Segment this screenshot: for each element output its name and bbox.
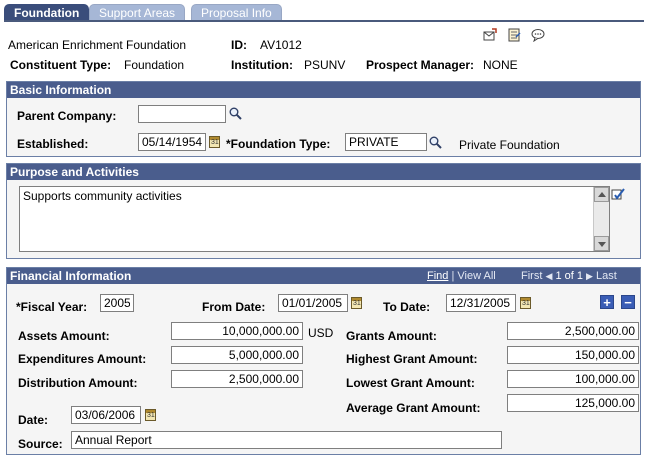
constituent-type-label: Constituent Type: [10,58,112,72]
purpose-scrollbar[interactable] [593,187,609,251]
last-icon[interactable]: ▶ [586,271,593,281]
foundation-type-description: Private Foundation [459,138,560,152]
org-name: American Enrichment Foundation [8,38,187,52]
delete-row-button[interactable]: − [621,295,635,309]
financial-nav: Find | View All [427,268,496,284]
first-link[interactable]: First [521,270,542,282]
source-label: Source: [18,437,63,451]
institution-label: Institution: [231,58,293,72]
lowest-grant-label: Lowest Grant Amount: [346,376,475,390]
notepad-icon[interactable] [507,28,521,42]
id-value: AV1012 [260,38,302,52]
financial-pager: First ◀ 1 of 1 ▶ Last [521,268,617,284]
add-row-button[interactable]: + [600,295,614,309]
financial-header: Financial Information Find | View All Fi… [7,268,640,284]
to-date-calendar-icon[interactable] [520,297,531,309]
fiscal-year-input[interactable] [100,294,134,312]
currency-code: USD [308,326,334,340]
to-date-input[interactable] [446,294,516,312]
purpose-textarea[interactable]: Supports community activities [19,186,610,252]
scroll-up-button[interactable] [594,187,609,202]
expenditures-amount-input[interactable] [171,346,303,364]
distribution-amount-label: Distribution Amount: [18,376,138,390]
from-date-input[interactable] [278,294,348,312]
parent-company-lookup-icon[interactable] [229,107,242,120]
purpose-header: Purpose and Activities [7,164,640,180]
grants-amount-input[interactable] [507,322,639,340]
established-input[interactable] [138,133,206,151]
constituent-type-value: Foundation [124,58,185,72]
average-grant-label: Average Grant Amount: [346,401,481,415]
foundation-type-label: *Foundation Type: [226,137,331,151]
tab-proposal-info[interactable]: Proposal Info [191,4,282,21]
established-calendar-icon[interactable] [209,136,220,148]
foundation-type-input[interactable] [345,133,427,151]
parent-company-input[interactable] [138,105,226,123]
expenditures-amount-label: Expenditures Amount: [18,352,147,366]
assets-amount-input[interactable] [171,322,303,340]
source-input[interactable] [71,431,502,449]
from-date-label: From Date: [202,300,266,314]
notify-icon[interactable] [483,28,497,42]
purpose-text: Supports community activities [23,189,182,203]
row-counter: 1 of 1 [555,270,583,282]
assets-amount-label: Assets Amount: [18,329,110,343]
highest-grant-label: Highest Grant Amount: [346,352,478,366]
basic-information-header: Basic Information [7,82,640,98]
fiscal-year-label: *Fiscal Year: [16,300,88,314]
grants-amount-label: Grants Amount: [346,329,437,343]
date-input[interactable] [71,406,141,424]
tab-support-areas[interactable]: Support Areas [89,4,186,21]
distribution-amount-input[interactable] [171,370,303,388]
prospect-manager-label: Prospect Manager: [366,58,475,72]
date-calendar-icon[interactable] [145,409,156,421]
parent-company-label: Parent Company: [17,109,117,123]
foundation-type-lookup-icon[interactable] [429,136,442,149]
spellcheck-icon[interactable] [611,187,625,201]
purpose-group: Purpose and Activities Supports communit… [6,163,641,259]
id-label: ID: [231,38,247,52]
financial-title: Financial Information [10,269,132,283]
first-icon[interactable]: ◀ [545,271,552,281]
find-link[interactable]: Find [427,270,448,282]
tab-underline [4,20,644,22]
view-all-link[interactable]: View All [457,270,495,282]
to-date-label: To Date: [383,300,431,314]
average-grant-input[interactable] [507,394,639,412]
institution-value: PSUNV [304,58,346,72]
from-date-calendar-icon[interactable] [351,297,362,309]
date-label: Date: [18,413,49,427]
nav-separator: | [451,270,455,282]
tab-foundation[interactable]: Foundation [4,4,90,21]
highest-grant-input[interactable] [507,346,639,364]
last-link[interactable]: Last [596,270,617,282]
established-label: Established: [17,137,89,151]
scroll-down-button[interactable] [594,236,609,251]
chat-icon[interactable] [531,28,545,42]
lowest-grant-input[interactable] [507,370,639,388]
prospect-manager-value: NONE [483,58,518,72]
